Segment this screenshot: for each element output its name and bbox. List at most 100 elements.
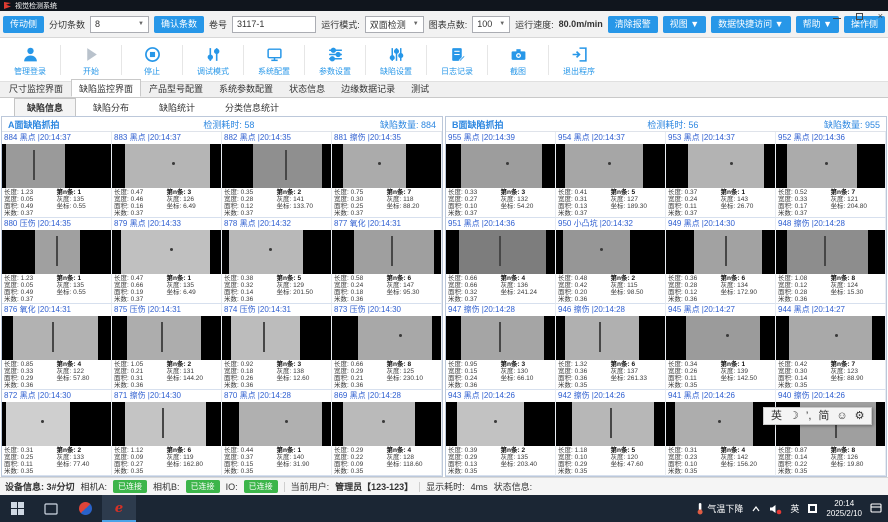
defect-cell-871[interactable]: 871 擦伤 |20:14:30长度: 1.12宽度: 0.09面积: 0.27…: [112, 390, 222, 476]
ime-language-indicator[interactable]: 英: [790, 502, 799, 515]
defect-cell-944[interactable]: 944 黑点 |20:14:27长度: 0.42宽度: 0.30面积: 0.14…: [776, 304, 886, 390]
chart-points-select[interactable]: 100▼: [472, 16, 510, 33]
defect-cell-948[interactable]: 948 擦伤 |20:14:28长度: 1.08宽度: 0.12面积: 0.28…: [776, 218, 886, 304]
defect-cell-879[interactable]: 879 黑点 |20:14:33长度: 0.47宽度: 0.66面积: 0.19…: [112, 218, 222, 304]
chevron-down-icon: ▼: [413, 21, 419, 27]
action-button-camera[interactable]: 截图: [490, 43, 546, 77]
sub-tab[interactable]: 分类信息统计: [212, 98, 292, 117]
defect-cell-header: 878 黑点 |20:14:32: [222, 218, 331, 230]
sub-tab[interactable]: 缺陷分布: [80, 98, 142, 117]
main-tab[interactable]: 状态信息: [281, 79, 333, 97]
defect-mark: [824, 236, 826, 266]
defect-cell-941[interactable]: 941 黑点 |20:14:26长度: 0.31宽度: 0.23面积: 0.10…: [666, 390, 776, 476]
ime-mode-button[interactable]: [807, 503, 818, 514]
defect-cell-880[interactable]: 880 压伤 |20:14:35长度: 1.23宽度: 0.05面积: 0.49…: [2, 218, 112, 304]
defect-cell-header: 871 擦伤 |20:14:30: [112, 390, 221, 402]
defect-mark: [599, 322, 601, 352]
defect-cell-940[interactable]: 940 擦伤 |20:14:26长度: 0.87宽度: 0.14面积: 0.22…: [776, 390, 886, 476]
defect-metadata: 长度: 0.85宽度: 0.33面积: 0.29米数: 0.36第n条: 4灰度…: [2, 360, 111, 389]
action-center-button[interactable]: [870, 503, 882, 514]
defect-cell-881[interactable]: 881 擦伤 |20:14:35长度: 0.75宽度: 0.30面积: 0.25…: [332, 132, 442, 218]
defect-cell-875[interactable]: 875 压伤 |20:14:31长度: 1.05宽度: 0.21面积: 0.31…: [112, 304, 222, 390]
defect-cell-872[interactable]: 872 黑点 |20:14:30长度: 0.31宽度: 0.25面积: 0.11…: [2, 390, 112, 476]
action-button-debug[interactable]: 调试模式: [185, 43, 241, 77]
action-button-defect-settings[interactable]: 缺陷设置: [368, 43, 424, 77]
action-button-play[interactable]: 开始: [63, 43, 119, 77]
quick-access-menu-button[interactable]: 数据快捷访问 ▼: [711, 16, 790, 33]
ime-simplified-chinese[interactable]: 简: [818, 411, 829, 422]
sub-tab-active[interactable]: 缺陷信息: [14, 98, 76, 117]
defect-cell-946[interactable]: 946 擦伤 |20:14:28长度: 1.32宽度: 0.36面积: 0.36…: [556, 304, 666, 390]
action-label: 开始: [83, 66, 99, 77]
defect-cell-949[interactable]: 949 黑点 |20:14:30长度: 0.36宽度: 0.28面积: 0.12…: [666, 218, 776, 304]
main-tab[interactable]: 产品型号配置: [141, 79, 211, 97]
taskbar-active-app-icon[interactable]: e: [102, 495, 136, 522]
main-tab[interactable]: 系统参数配置: [211, 79, 281, 97]
defect-cell-877[interactable]: 877 氧化 |20:14:31长度: 0.58宽度: 0.24面积: 0.18…: [332, 218, 442, 304]
defect-cell-header: 870 黑点 |20:14:28: [222, 390, 331, 402]
tray-expand-chevron[interactable]: [751, 505, 761, 513]
defect-cell-954[interactable]: 954 黑点 |20:14:37长度: 0.41宽度: 0.31面积: 0.13…: [556, 132, 666, 218]
main-tab[interactable]: 测试: [403, 79, 437, 97]
taskbar-app-icon[interactable]: [68, 495, 102, 522]
close-icon[interactable]: ×: [878, 12, 883, 21]
defect-cell-874[interactable]: 874 压伤 |20:14:31长度: 0.92宽度: 0.18面积: 0.26…: [222, 304, 332, 390]
defect-cell-952[interactable]: 952 黑点 |20:14:36长度: 0.52宽度: 0.33面积: 0.17…: [776, 132, 886, 218]
defect-mark: [285, 150, 287, 180]
display-time-value: 4ms: [471, 482, 488, 492]
elapsed-value: 58: [244, 120, 254, 130]
roll-number-input[interactable]: 3117-1: [232, 16, 316, 33]
defect-cell-947[interactable]: 947 擦伤 |20:14:28长度: 0.95宽度: 0.15面积: 0.24…: [446, 304, 556, 390]
defect-cell-873[interactable]: 873 压伤 |20:14:30长度: 0.66宽度: 0.29面积: 0.21…: [332, 304, 442, 390]
run-mode-select[interactable]: 双面检测▼: [365, 16, 424, 33]
action-button-user[interactable]: 管理登录: [2, 43, 58, 77]
action-button-exit[interactable]: 退出程序: [551, 43, 607, 77]
clear-alarm-button[interactable]: 清除报警: [608, 16, 658, 33]
defect-mark: [41, 420, 44, 423]
main-tab[interactable]: 尺寸监控界面: [1, 79, 71, 97]
confirm-count-button[interactable]: 确认条数: [154, 16, 204, 33]
material-band: [343, 402, 415, 446]
action-button-log[interactable]: 日志记录: [429, 43, 485, 77]
defect-cell-942[interactable]: 942 擦伤 |20:14:26长度: 1.18宽度: 0.10面积: 0.29…: [556, 390, 666, 476]
defect-cell-869[interactable]: 869 黑点 |20:14:28长度: 0.29宽度: 0.22面积: 0.09…: [332, 390, 442, 476]
defect-cell-870[interactable]: 870 黑点 |20:14:28长度: 0.44宽度: 0.37面积: 0.15…: [222, 390, 332, 476]
ime-moon-icon[interactable]: ☽: [789, 411, 799, 422]
start-button[interactable]: [0, 495, 34, 522]
ime-punctuation[interactable]: ’,: [806, 411, 812, 422]
defect-cell-883[interactable]: 883 黑点 |20:14:37长度: 0.47宽度: 0.46面积: 0.16…: [112, 132, 222, 218]
defect-cell-884[interactable]: 884 黑点 |20:14:37长度: 1.23宽度: 0.05面积: 0.49…: [2, 132, 112, 218]
action-button-monitor[interactable]: 系统配置: [246, 43, 302, 77]
main-tab[interactable]: 边缘数据记录: [333, 79, 403, 97]
defect-thumbnail: [446, 144, 555, 188]
defect-mark: [172, 162, 175, 165]
ime-emoji-icon[interactable]: ☺: [836, 411, 847, 422]
defect-cell-950[interactable]: 950 小凸坑 |20:14:32长度: 0.48宽度: 0.42面积: 0.2…: [556, 218, 666, 304]
sub-tab[interactable]: 缺陷统计: [146, 98, 208, 117]
action-button-stop[interactable]: 停止: [124, 43, 180, 77]
ime-settings-icon[interactable]: ⚙: [855, 411, 865, 422]
ime-lang[interactable]: 英: [771, 411, 782, 422]
defect-mark: [161, 322, 163, 352]
drive-side-button[interactable]: 传动侧: [3, 16, 44, 33]
view-menu-button[interactable]: 视图 ▼: [663, 16, 706, 33]
slit-count-select[interactable]: 8▼: [90, 16, 149, 33]
minimize-icon[interactable]: [833, 15, 841, 19]
taskbar-clock[interactable]: 20:14 2025/2/10: [826, 499, 862, 518]
defect-count-label: 缺陷数量:: [824, 120, 863, 130]
task-view-button[interactable]: [34, 495, 68, 522]
defect-cell-882[interactable]: 882 黑点 |20:14:35长度: 0.35宽度: 0.28面积: 0.12…: [222, 132, 332, 218]
defect-cell-953[interactable]: 953 黑点 |20:14:37长度: 0.37宽度: 0.24面积: 0.11…: [666, 132, 776, 218]
defect-cell-955[interactable]: 955 黑点 |20:14:39长度: 0.33宽度: 0.27面积: 0.10…: [446, 132, 556, 218]
defect-cell-945[interactable]: 945 黑点 |20:14:27长度: 0.34宽度: 0.26面积: 0.11…: [666, 304, 776, 390]
action-button-params[interactable]: 参数设置: [307, 43, 363, 77]
defect-cell-878[interactable]: 878 黑点 |20:14:32长度: 0.38宽度: 0.32面积: 0.14…: [222, 218, 332, 304]
defect-cell-951[interactable]: 951 黑点 |20:14:36长度: 0.66宽度: 0.66面积: 0.32…: [446, 218, 556, 304]
volume-muted[interactable]: [769, 503, 782, 515]
weather-status[interactable]: 气温下降: [696, 502, 743, 515]
defect-cell-943[interactable]: 943 黑点 |20:14:26长度: 0.39宽度: 0.29面积: 0.13…: [446, 390, 556, 476]
chevron-down-icon: ▼: [499, 21, 505, 27]
maximize-icon[interactable]: [856, 13, 863, 20]
main-tab-active[interactable]: 缺陷监控界面: [71, 79, 141, 97]
defect-cell-876[interactable]: 876 氧化 |20:14:31长度: 0.85宽度: 0.33面积: 0.29…: [2, 304, 112, 390]
